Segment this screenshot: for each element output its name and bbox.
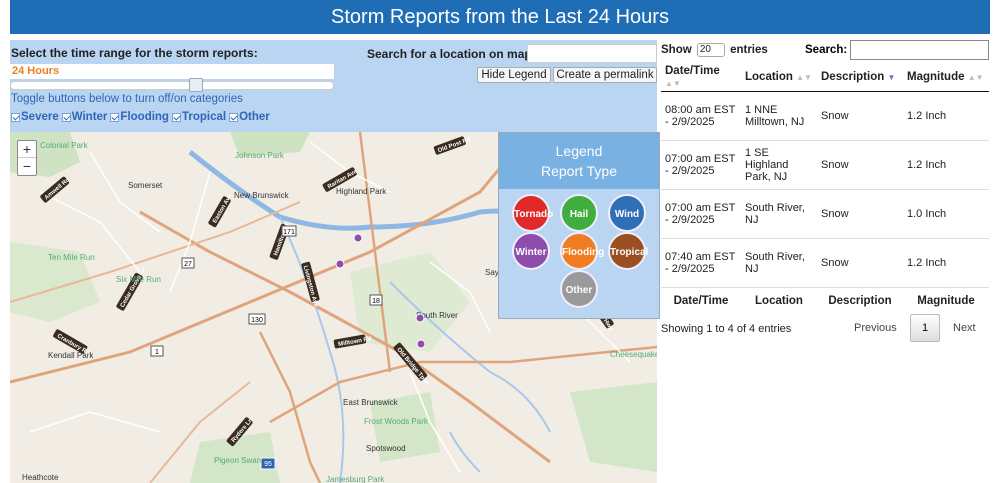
table-search-label: Search:: [805, 44, 848, 56]
route-shield: 95: [264, 461, 272, 468]
legend-winter: Winter: [512, 232, 550, 270]
route-shield: 18: [372, 298, 380, 305]
legend-tornado: Tornado: [512, 194, 553, 232]
legend-panel: Legend Report Type Tornado Hail Wind Win…: [498, 132, 660, 319]
report-marker[interactable]: [335, 259, 345, 269]
place-label: Kendall Park: [48, 351, 94, 360]
route-shield: 27: [184, 261, 192, 268]
place-label: Cheesequake: [610, 350, 657, 359]
footer-datetime: Date/Time: [661, 286, 741, 314]
zoom-out-button[interactable]: −: [18, 158, 36, 175]
place-label: Somerset: [128, 181, 163, 190]
legend-wind: Wind: [608, 194, 646, 232]
route-shield: 1: [155, 349, 159, 356]
table-row[interactable]: 07:40 am EST - 2/9/2025 South River, NJ …: [661, 238, 989, 288]
reports-table-panel: Show 20 entries Search: Date/Time ▲▼ Loc…: [657, 40, 1000, 483]
col-header-datetime[interactable]: Date/Time ▲▼: [661, 64, 741, 92]
sort-icon: ▲▼: [665, 79, 681, 89]
sort-desc-icon: ▼: [887, 73, 896, 83]
toggle-severe[interactable]: Severe: [11, 111, 59, 123]
legend-hail: Hail: [560, 194, 598, 232]
table-row[interactable]: 07:00 am EST - 2/9/2025 South River, NJ …: [661, 189, 989, 239]
table-row[interactable]: 08:00 am EST - 2/9/2025 1 NNE Milltown, …: [661, 91, 989, 141]
col-header-location[interactable]: Location ▲▼: [741, 64, 817, 92]
permalink-button[interactable]: Create a permalink: [553, 67, 657, 83]
legend-flooding: Flooding: [560, 232, 604, 270]
footer-description: Description: [817, 286, 903, 314]
report-marker[interactable]: [415, 313, 425, 323]
report-marker[interactable]: [416, 339, 426, 349]
entries-select[interactable]: 20: [696, 43, 725, 57]
place-label: Colonial Park: [40, 141, 89, 150]
zoom-in-button[interactable]: +: [18, 141, 36, 158]
place-label: East Brunswick: [343, 398, 399, 407]
hide-legend-button[interactable]: Hide Legend: [477, 67, 551, 83]
toggle-tropical[interactable]: Tropical: [171, 111, 226, 123]
sort-icon: ▲▼: [796, 73, 812, 83]
page-title: Storm Reports from the Last 24 Hours: [331, 6, 669, 28]
place-label: Highland Park: [336, 187, 387, 196]
page-length-control: Show 20 entries: [661, 43, 768, 57]
place-label: Six Mile Run: [116, 275, 161, 284]
place-label: Heathcote: [22, 473, 59, 482]
reports-table: Date/Time ▲▼ Location ▲▼ Description ▼ M…: [661, 64, 989, 314]
page-1-button[interactable]: 1: [910, 314, 940, 342]
category-toggles: Severe Winter Flooding Tropical Other: [11, 111, 270, 123]
footer-location: Location: [741, 286, 817, 314]
toggle-flooding[interactable]: Flooding: [110, 111, 169, 123]
checkbox-icon[interactable]: [11, 112, 20, 122]
route-shield: 130: [251, 317, 263, 324]
place-label: Spotswood: [366, 444, 406, 453]
report-marker[interactable]: [353, 233, 363, 243]
time-range-slider[interactable]: [10, 78, 334, 92]
sort-icon: ▲▼: [967, 73, 984, 83]
map-search-label: Search for a location on map:: [367, 47, 536, 61]
footer-magnitude: Magnitude: [903, 286, 989, 314]
zoom-control: + −: [17, 140, 37, 176]
col-header-magnitude[interactable]: Magnitude ▲▼: [903, 64, 989, 92]
place-label: Pigeon Swamp: [214, 456, 268, 465]
slider-handle[interactable]: [189, 78, 203, 92]
map-search-input[interactable]: [527, 44, 657, 63]
controls-panel: Select the time range for the storm repo…: [10, 40, 657, 132]
place-label: Johnson Park: [235, 151, 285, 160]
toggle-label: Toggle buttons below to turn off/on cate…: [11, 93, 243, 105]
table-search-input[interactable]: [850, 40, 989, 60]
place-label: New Brunswick: [234, 191, 290, 200]
time-range-value: 24 Hours: [10, 64, 334, 79]
legend-other: Other: [560, 270, 598, 308]
route-shield: 171: [283, 229, 295, 236]
legend-tropical: Tropical: [608, 232, 648, 270]
place-label: Frost Woods Park: [364, 417, 429, 426]
checkbox-icon[interactable]: [171, 112, 181, 122]
map-panel: Select the time range for the storm repo…: [10, 40, 660, 483]
place-label: Ten Mile Run: [48, 253, 95, 262]
next-button[interactable]: Next: [953, 322, 976, 334]
checkbox-icon[interactable]: [110, 112, 120, 122]
checkbox-icon[interactable]: [229, 112, 239, 122]
legend-title: Legend: [555, 143, 603, 159]
col-header-description[interactable]: Description ▼: [817, 64, 903, 92]
checkbox-icon[interactable]: [61, 112, 71, 122]
legend-header: Legend Report Type: [499, 133, 659, 189]
previous-button[interactable]: Previous: [854, 322, 897, 334]
table-info: Showing 1 to 4 of 4 entries: [661, 323, 792, 335]
place-label: Jamesburg Park: [326, 475, 385, 483]
toggle-winter[interactable]: Winter: [61, 111, 107, 123]
toggle-other[interactable]: Other: [229, 111, 270, 123]
time-range-label: Select the time range for the storm repo…: [11, 46, 258, 60]
page-header: Storm Reports from the Last 24 Hours: [10, 0, 990, 34]
table-row[interactable]: 07:00 am EST - 2/9/2025 1 SE Highland Pa…: [661, 140, 989, 190]
legend-subtitle: Report Type: [540, 163, 617, 179]
